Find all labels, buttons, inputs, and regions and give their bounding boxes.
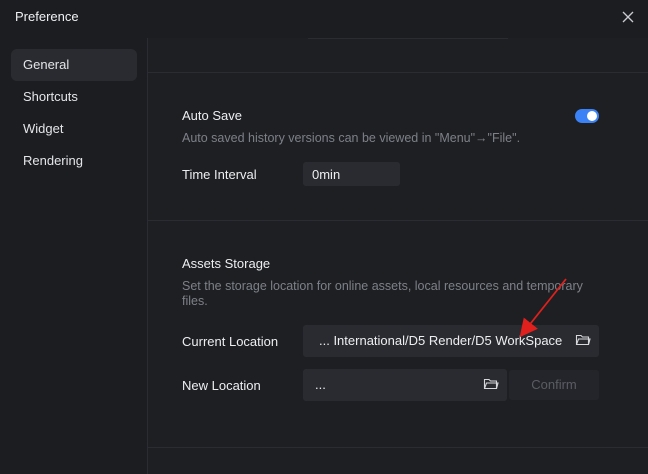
sidebar-item-label: Rendering (23, 153, 83, 168)
toggle-knob (587, 111, 597, 121)
sidebar-item-general[interactable]: General (11, 49, 137, 81)
close-button[interactable] (618, 7, 638, 27)
time-interval-value: 0min (312, 167, 341, 182)
sidebar-item-label: General (23, 57, 70, 72)
assets-storage-description-line2: files. (182, 294, 208, 308)
settings-panel: Auto Save Auto saved history versions ca… (148, 38, 648, 474)
assets-storage-title: Assets Storage (182, 256, 271, 271)
folder-icon[interactable] (483, 376, 499, 392)
section-divider (148, 447, 648, 448)
preference-window: Preference General Shortcuts Widget Rend… (0, 0, 648, 474)
sidebar-item-label: Widget (23, 121, 64, 136)
sidebar-item-rendering[interactable]: Rendering (11, 145, 137, 177)
auto-save-description: Auto saved history versions can be viewe… (182, 131, 521, 145)
current-location-field[interactable]: ... International/D5 Render/D5 WorkSpace (303, 325, 599, 357)
sidebar: General Shortcuts Widget Rendering (0, 38, 147, 474)
confirm-button[interactable]: Confirm (509, 370, 599, 400)
current-location-label: Current Location (182, 334, 279, 349)
new-location-value: ... (315, 377, 326, 392)
folder-icon[interactable] (575, 332, 591, 348)
current-location-value: ... International/D5 Render/D5 WorkSpace (319, 333, 563, 348)
previous-section-edge (308, 38, 508, 39)
section-divider (148, 220, 648, 221)
assets-storage-description-line1: Set the storage location for online asse… (182, 279, 583, 293)
title-bar: Preference (0, 0, 648, 34)
window-title: Preference (15, 9, 79, 24)
sidebar-item-label: Shortcuts (23, 89, 78, 104)
close-icon (622, 11, 634, 23)
new-location-label: New Location (182, 378, 261, 393)
time-interval-input[interactable]: 0min (303, 162, 400, 186)
section-divider (148, 72, 648, 73)
auto-save-toggle[interactable] (575, 109, 599, 123)
sidebar-item-widget[interactable]: Widget (11, 113, 137, 145)
time-interval-label: Time Interval (182, 167, 257, 182)
new-location-field[interactable]: ... (303, 369, 507, 401)
auto-save-title: Auto Save (182, 108, 242, 123)
sidebar-item-shortcuts[interactable]: Shortcuts (11, 81, 137, 113)
